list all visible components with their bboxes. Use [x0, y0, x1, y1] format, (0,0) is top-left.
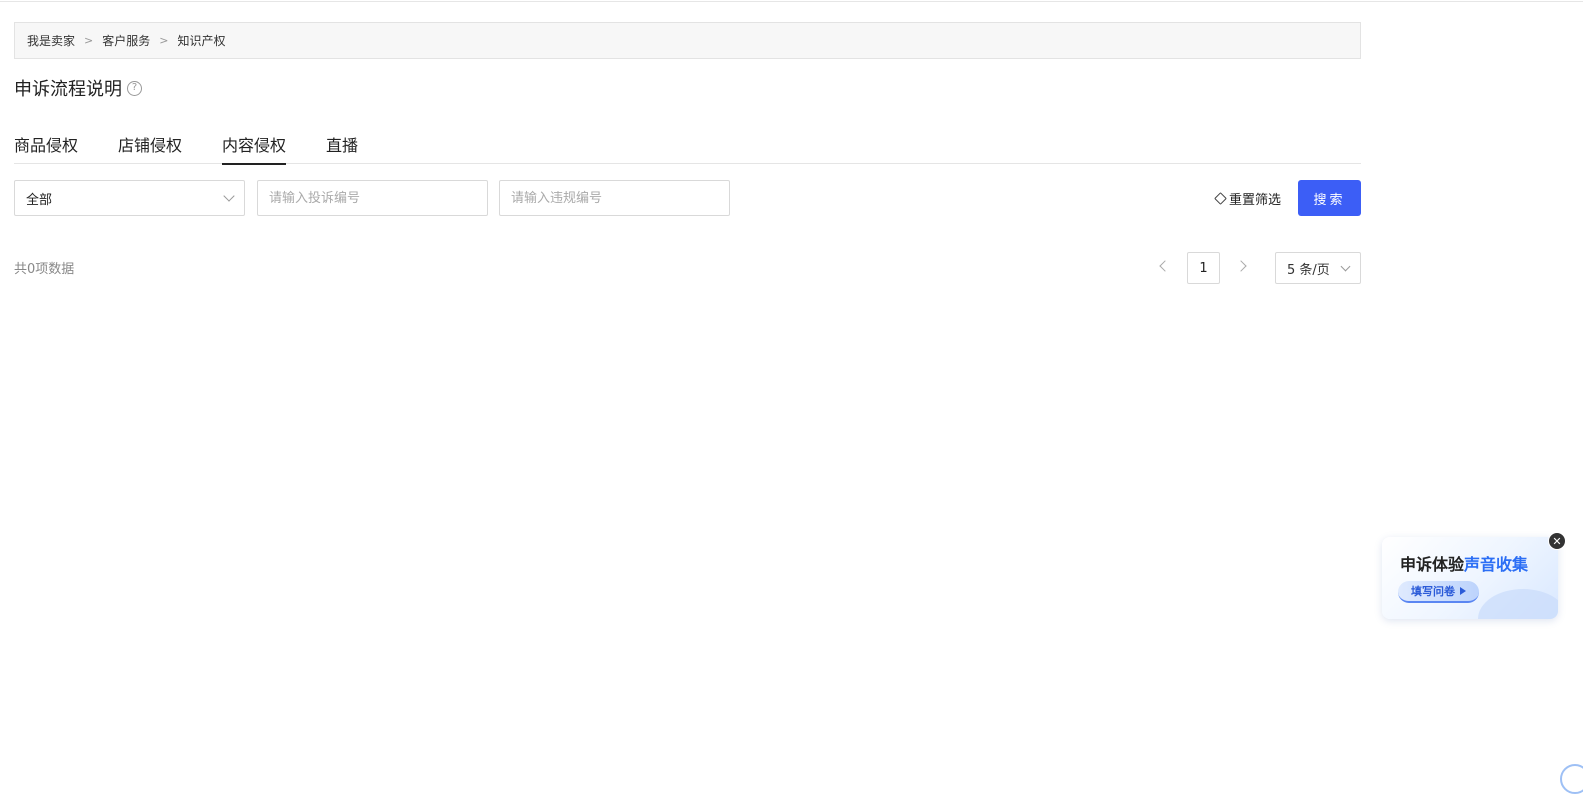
survey-title: 申诉体验声音收集 — [1400, 551, 1528, 575]
reset-filters-label: 重置筛选 — [1229, 192, 1282, 208]
breadcrumb-item-seller[interactable]: 我是卖家 — [27, 32, 75, 49]
tab-store-infringement[interactable]: 店铺侵权 — [118, 124, 182, 164]
breadcrumb-separator: > — [84, 34, 94, 47]
total-count: 共0项数据 — [14, 262, 75, 277]
chevron-right-icon[interactable] — [1235, 260, 1247, 272]
violation-number-input[interactable] — [499, 180, 730, 216]
survey-decoration — [1478, 589, 1558, 619]
top-divider — [0, 0, 1583, 2]
play-icon — [1460, 587, 1466, 595]
page-size-value: 5 条/页 — [1287, 262, 1330, 278]
type-select-value: 全部 — [26, 192, 53, 208]
tab-product-infringement[interactable]: 商品侵权 — [14, 124, 78, 164]
search-button[interactable]: 搜索 — [1298, 180, 1361, 216]
chevron-left-icon[interactable] — [1159, 260, 1171, 272]
chevron-down-icon — [223, 190, 235, 202]
page-number-current[interactable]: 1 — [1187, 252, 1220, 284]
eraser-icon — [1214, 191, 1227, 205]
chevron-down-icon — [1340, 261, 1351, 272]
breadcrumb-item-ip: 知识产权 — [177, 34, 226, 48]
breadcrumb-item-customer-service[interactable]: 客户服务 — [102, 32, 150, 49]
page-title: 申诉流程说明 ? — [14, 76, 142, 100]
complaint-number-input[interactable] — [257, 180, 488, 216]
survey-title-part2: 声音收集 — [1464, 555, 1529, 574]
survey-banner[interactable]: 申诉体验声音收集 填写问卷 — [1382, 537, 1558, 619]
breadcrumb: 我是卖家 > 客户服务 > 知识产权 — [14, 22, 1361, 59]
fill-survey-label: 填写问卷 — [1411, 585, 1455, 598]
reset-filters-button[interactable]: 重置筛选 — [1214, 189, 1282, 208]
fill-survey-button[interactable]: 填写问卷 — [1398, 581, 1479, 603]
floating-assistant-icon[interactable] — [1560, 764, 1583, 794]
tab-live[interactable]: 直播 — [326, 124, 358, 164]
survey-title-part1: 申诉体验 — [1400, 555, 1465, 574]
tab-content-infringement[interactable]: 内容侵权 — [222, 124, 287, 165]
close-icon[interactable]: ✕ — [1548, 532, 1566, 550]
type-select[interactable]: 全部 — [14, 180, 245, 216]
question-icon[interactable]: ? — [127, 80, 142, 96]
page-title-text: 申诉流程说明 — [14, 79, 122, 100]
breadcrumb-separator: > — [159, 34, 169, 47]
tab-bar: 商品侵权 店铺侵权 内容侵权 直播 — [14, 124, 1361, 165]
page-size-select[interactable]: 5 条/页 — [1275, 252, 1361, 284]
